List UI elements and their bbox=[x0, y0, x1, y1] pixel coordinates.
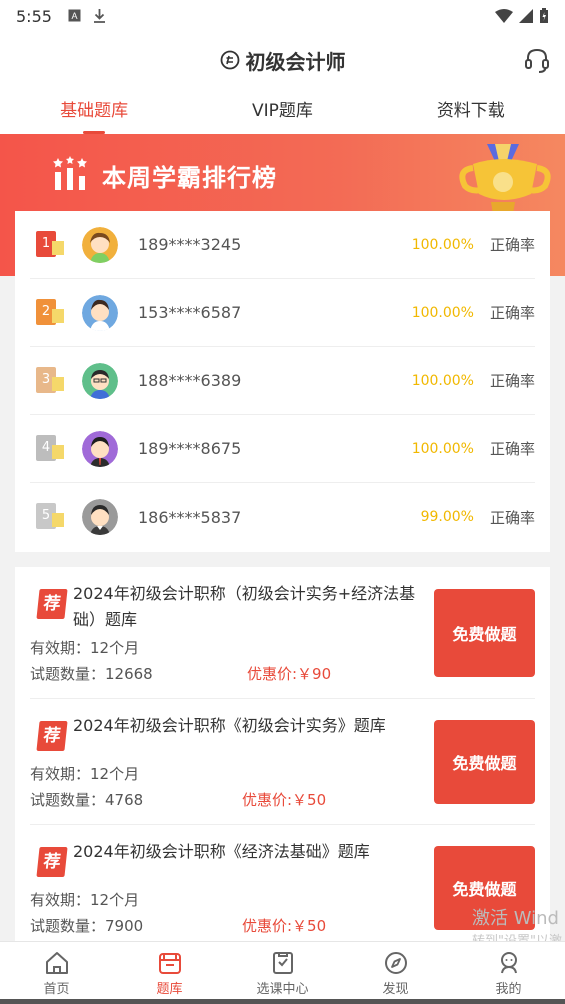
avatar bbox=[82, 294, 118, 331]
course-center-icon bbox=[272, 952, 293, 974]
course-validity: 有效期：12个月 bbox=[30, 891, 140, 909]
course-title[interactable]: 2024年初级会计职称《经济法基础》题库 bbox=[73, 839, 433, 865]
accuracy-label: 正确率 bbox=[489, 236, 535, 254]
course-question-count: 试题数量：7900 bbox=[30, 917, 144, 935]
nav-question-bank[interactable]: 题库 bbox=[113, 942, 226, 1004]
recommend-badge: 荐 bbox=[36, 721, 68, 751]
course-price: 优惠价:￥90 bbox=[247, 665, 332, 683]
avatar bbox=[82, 499, 118, 535]
wifi-icon bbox=[495, 9, 513, 23]
nav-profile-label: 我的 bbox=[495, 982, 522, 997]
notification-a-icon: A bbox=[68, 9, 81, 22]
user-phone: 189****3245 bbox=[138, 235, 242, 254]
user-phone: 188****6389 bbox=[138, 371, 242, 390]
compass-icon bbox=[384, 952, 407, 974]
battery-icon bbox=[540, 8, 548, 23]
course-title[interactable]: 2024年初级会计职称《初级会计实务》题库 bbox=[73, 713, 433, 739]
user-phone: 189****8675 bbox=[138, 439, 242, 458]
nav-discover[interactable]: 发现 bbox=[339, 942, 452, 1004]
accuracy-value: 100.00% bbox=[411, 304, 474, 321]
user-phone: 186****5837 bbox=[138, 507, 242, 527]
nav-home-label: 首页 bbox=[43, 982, 70, 997]
free-practice-button[interactable]: 免费做题 bbox=[434, 720, 535, 804]
svg-text:A: A bbox=[71, 11, 77, 21]
banner-title: 本周学霸排行榜 bbox=[102, 164, 277, 192]
ranking-bars-icon bbox=[53, 156, 87, 190]
course-price: 优惠价:￥50 bbox=[242, 791, 327, 809]
free-practice-button[interactable]: 免费做题 bbox=[434, 589, 535, 677]
bottom-nav: 首页 题库 选课中心 发现 我的 bbox=[0, 941, 565, 1004]
nav-question-bank-label: 题库 bbox=[156, 982, 183, 997]
nav-course-center-label: 选课中心 bbox=[256, 982, 309, 997]
home-icon bbox=[45, 952, 68, 974]
course-item[interactable]: 荐 2024年初级会计职称《初级会计实务》题库 有效期：12个月 试题数量：47… bbox=[30, 699, 535, 825]
signal-icon bbox=[519, 9, 533, 23]
rank-medal-icon: 2 bbox=[36, 298, 64, 327]
accuracy-label: 正确率 bbox=[489, 508, 535, 527]
status-bar: 5:55 A bbox=[0, 0, 565, 32]
system-home-bar bbox=[0, 999, 565, 1004]
avatar bbox=[82, 226, 118, 263]
rank-medal-icon: 1 bbox=[36, 230, 64, 259]
nav-discover-label: 发现 bbox=[382, 982, 409, 997]
status-time: 5:55 bbox=[16, 6, 52, 26]
accuracy-value: 100.00% bbox=[411, 440, 474, 457]
avatar bbox=[82, 430, 118, 467]
course-validity: 有效期：12个月 bbox=[30, 765, 140, 783]
question-bank-icon bbox=[158, 953, 181, 974]
download-icon bbox=[93, 9, 105, 23]
avatar bbox=[82, 362, 118, 399]
exam-category-icon bbox=[220, 50, 239, 70]
leaderboard-row[interactable]: 2 153****6587 100.00% 正确率 bbox=[30, 279, 535, 347]
accuracy-value: 100.00% bbox=[411, 236, 474, 253]
leaderboard-row[interactable]: 4 189****8675 100.00% 正确率 bbox=[30, 415, 535, 483]
tab-downloads[interactable]: 资料下载 bbox=[377, 88, 565, 134]
accuracy-label: 正确率 bbox=[489, 372, 535, 390]
course-price: 优惠价:￥50 bbox=[242, 917, 327, 935]
course-question-count: 试题数量：12668 bbox=[30, 665, 153, 683]
app-header: 初级会计师 bbox=[0, 32, 565, 88]
leaderboard-row[interactable]: 3 188****6389 100.00% 正确率 bbox=[30, 347, 535, 415]
nav-profile[interactable]: 我的 bbox=[452, 942, 565, 1004]
top-tabs: 基础题库 VIP题库 资料下载 bbox=[0, 88, 565, 134]
trophy-icon bbox=[459, 144, 551, 214]
rank-medal-icon: 5 bbox=[36, 503, 64, 531]
user-phone: 153****6587 bbox=[138, 303, 242, 322]
accuracy-value: 100.00% bbox=[411, 372, 474, 389]
course-title[interactable]: 2024年初级会计职称（初级会计实务+经济法基础）题库 bbox=[73, 581, 433, 633]
recommend-badge: 荐 bbox=[36, 847, 68, 877]
course-item[interactable]: 荐 2024年初级会计职称（初级会计实务+经济法基础）题库 有效期：12个月 试… bbox=[30, 567, 535, 699]
rank-medal-icon: 3 bbox=[36, 366, 64, 395]
customer-service-icon[interactable] bbox=[523, 46, 551, 74]
accuracy-label: 正确率 bbox=[489, 440, 535, 458]
rank-medal-icon: 4 bbox=[36, 434, 64, 463]
accuracy-value: 99.00% bbox=[420, 509, 474, 525]
course-item[interactable]: 荐 2024年初级会计职称《经济法基础》题库 有效期：12个月 试题数量：790… bbox=[30, 825, 535, 941]
tab-vip-bank[interactable]: VIP题库 bbox=[188, 88, 376, 134]
accuracy-label: 正确率 bbox=[489, 304, 535, 322]
nav-home[interactable]: 首页 bbox=[0, 942, 113, 1004]
course-list: 荐 2024年初级会计职称（初级会计实务+经济法基础）题库 有效期：12个月 试… bbox=[15, 567, 550, 941]
profile-icon bbox=[500, 952, 517, 974]
leaderboard-row[interactable]: 5 186****5837 99.00% 正确率 bbox=[30, 483, 535, 551]
leaderboard-row[interactable]: 1 189****3245 100.00% 正确率 bbox=[30, 211, 535, 279]
nav-course-center[interactable]: 选课中心 bbox=[226, 942, 339, 1004]
tab-basic-bank[interactable]: 基础题库 bbox=[0, 88, 188, 134]
leaderboard-card: 1 189****3245 100.00% 正确率 2 153****6587 … bbox=[15, 211, 550, 552]
recommend-badge: 荐 bbox=[36, 589, 68, 619]
activation-watermark: 激活 Wind bbox=[472, 908, 559, 929]
page-title[interactable]: 初级会计师 bbox=[246, 46, 346, 75]
course-validity: 有效期：12个月 bbox=[30, 639, 140, 657]
course-question-count: 试题数量：4768 bbox=[30, 791, 144, 809]
